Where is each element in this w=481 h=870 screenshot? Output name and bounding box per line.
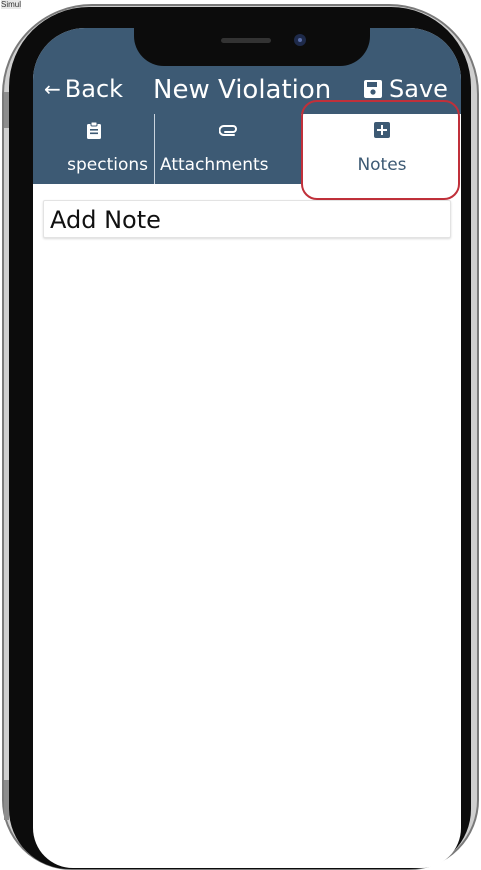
back-arrow-icon: ← [44,77,61,101]
notes-tab-highlight-annotation [301,100,460,200]
front-camera [294,34,306,46]
tab-inspections-label: spections [67,155,148,175]
paperclip-icon [219,125,237,136]
tab-attachments[interactable]: Attachments [155,114,303,184]
tab-attachments-label: Attachments [160,155,269,175]
clipboard-icon [86,122,101,139]
page-title: New Violation [153,75,332,105]
back-label: Back [64,75,124,103]
tab-inspections[interactable]: spections [33,114,155,184]
simulator-window-label: Simul [1,0,22,9]
side-button-left [4,92,9,128]
side-button-left-lower [4,780,9,820]
phone-screen: ← Back New Violation Save spections Atta… [33,28,461,868]
back-button[interactable]: ← Back [44,72,123,106]
floppy-disk-icon [364,80,382,98]
speaker-grille [221,38,271,43]
phone-notch [134,28,370,66]
add-note-button[interactable]: Add Note [43,200,451,238]
